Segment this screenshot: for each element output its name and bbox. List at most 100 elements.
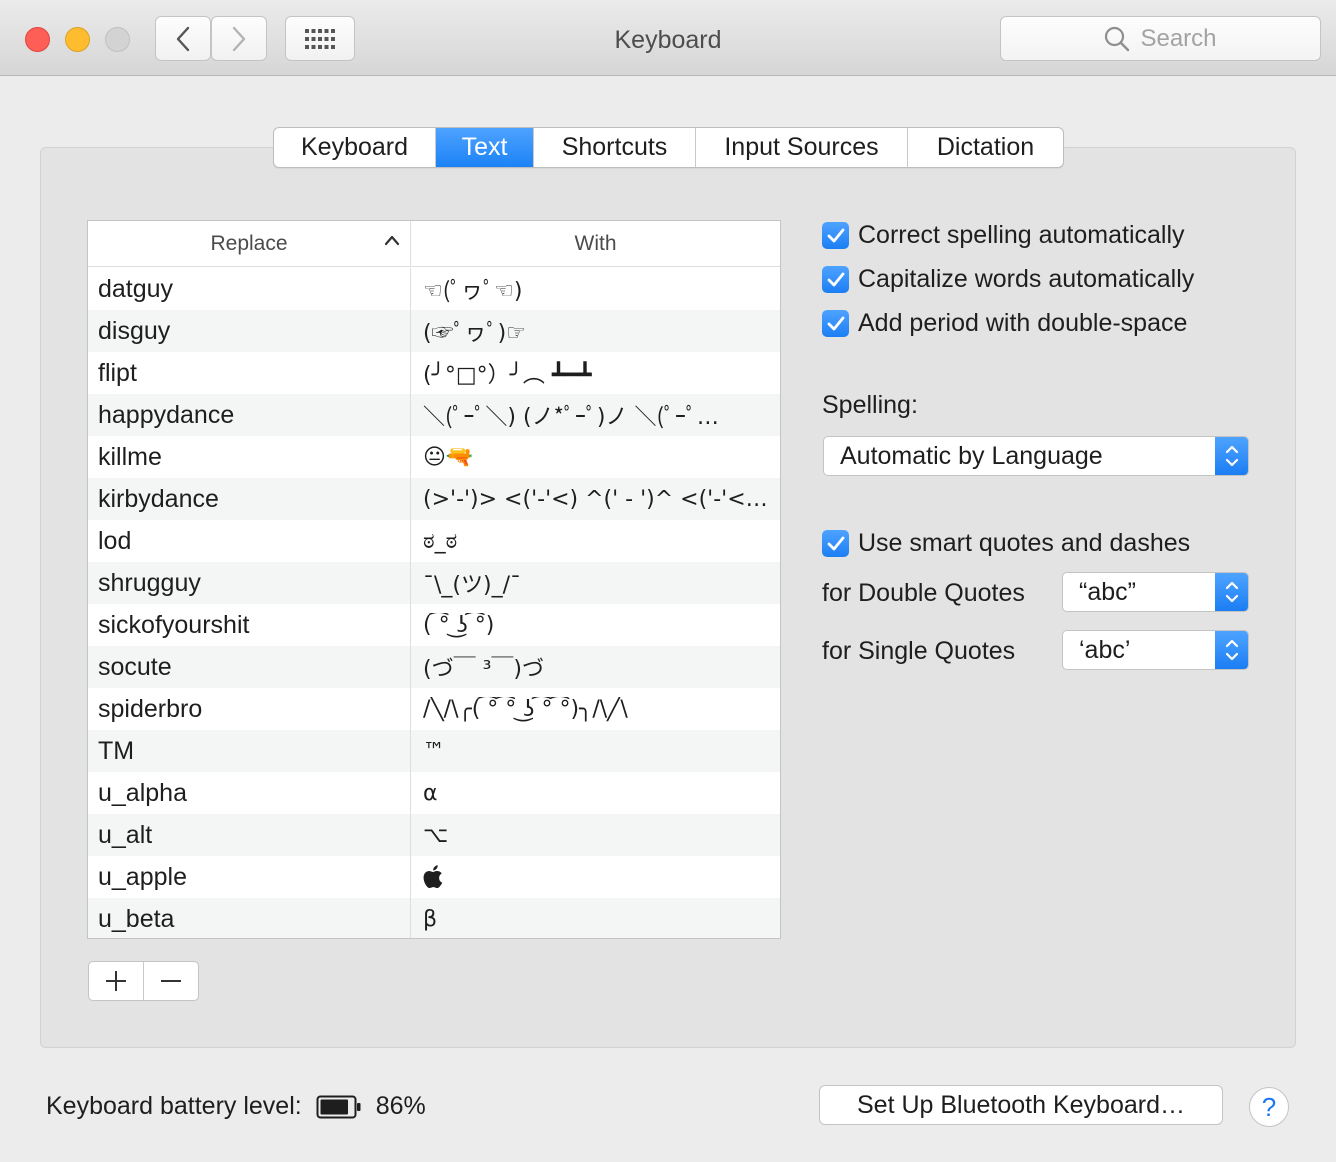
with-cell: /╲/\╭( ͡° ͡° ͜ʖ ͡° ͡°)╮/\╱\ [411,688,780,730]
with-cell: ಠ_ಠ [411,520,780,562]
table-row[interactable]: u_alt ⌥ [88,814,780,856]
replace-cell: datguy [88,268,411,310]
replace-cell: kirbydance [88,478,411,520]
with-cell-text: (づ￣ ³￣)づ [423,657,544,682]
tab-shortcuts[interactable]: Shortcuts [534,128,696,167]
spelling-popup[interactable]: Automatic by Language [823,436,1249,476]
with-cell: α [411,772,780,814]
updown-chevron-icon [1215,437,1248,475]
double-quotes-popup[interactable]: “abc” [1062,572,1249,612]
double-quotes-label: for Double Quotes [822,579,1025,607]
add-button[interactable] [89,962,144,1000]
table-row[interactable]: disguy (☞ﾟヮﾟ)☞ [88,310,780,352]
tab-input-sources[interactable]: Input Sources [696,128,908,167]
table-row[interactable]: TM ™ [88,730,780,772]
table-row[interactable]: u_apple [88,856,780,898]
replace-cell: u_apple [88,856,411,898]
battery-percentage: 86% [375,1092,426,1120]
table-row[interactable]: sickofyourshit ( ͡° ͜ʖ ͡°) [88,604,780,646]
column-header-replace[interactable]: Replace [88,221,411,266]
checkmark-icon [822,530,849,557]
replace-cell: sickofyourshit [88,604,411,646]
apple-logo-icon [423,865,443,889]
table-row[interactable]: lod ಠ_ಠ [88,520,780,562]
tab-text[interactable]: Text [436,128,534,167]
table-body: datguy ☜(ﾟヮﾟ☜) disguy (☞ﾟヮﾟ)☞ flipt (╯°□°）╯… [88,268,780,938]
table-row[interactable]: kirbydance (>'-')> <('-'<) ^(' - ')^ <('-… [88,478,780,520]
with-cell: (>'-')> <('-'<) ^(' - ')^ <('-'<… [411,478,780,520]
search-icon [1105,26,1130,51]
replace-cell: spiderbro [88,688,411,730]
replace-cell: killme [88,436,411,478]
column-header-with[interactable]: With [411,221,780,266]
capitalize-words-checkbox[interactable]: Capitalize words automatically [822,265,1194,294]
table-row[interactable]: u_beta β [88,898,780,938]
with-cell: (╯°□°）╯︵ ┻━┻ [411,352,780,394]
tab-keyboard[interactable]: Keyboard [274,128,436,167]
replace-cell: shrugguy [88,562,411,604]
table-row[interactable]: socute (づ￣ ³￣)づ [88,646,780,688]
with-cell-text: ＼(ﾟｰﾟ＼) (ノ*ﾟｰﾟ)ノ ＼(ﾟｰﾟ… [423,405,719,430]
replace-cell: flipt [88,352,411,394]
tab-bar: Keyboard Text Shortcuts Input Sources Di… [273,127,1064,168]
add-period-label: Add period with double-space [858,309,1188,337]
replace-cell: TM [88,730,411,772]
table-row[interactable]: datguy ☜(ﾟヮﾟ☜) [88,268,780,310]
checkmark-icon [822,310,849,337]
minus-icon [161,980,181,982]
column-header-replace-label: Replace [210,231,288,255]
with-cell: ™ [411,730,780,772]
with-cell: β [411,898,780,938]
help-button[interactable]: ? [1249,1087,1289,1127]
table-header: Replace With [88,221,780,267]
with-cell: ＼(ﾟｰﾟ＼) (ノ*ﾟｰﾟ)ノ ＼(ﾟｰﾟ… [411,394,780,436]
with-cell [411,856,780,898]
with-cell: ¯\_(ツ)_/¯ [411,562,780,604]
with-cell-text: ¯\_(ツ)_/¯ [423,573,521,598]
smart-quotes-checkbox[interactable]: Use smart quotes and dashes [822,529,1190,558]
battery-icon [316,1095,361,1118]
correct-spelling-label: Correct spelling automatically [858,221,1185,249]
with-cell: ( ͡° ͜ʖ ͡°) [411,604,780,646]
replace-cell: disguy [88,310,411,352]
replace-cell: socute [88,646,411,688]
with-cell: ⌥ [411,814,780,856]
title-bar: Keyboard Search [0,0,1336,76]
add-period-checkbox[interactable]: Add period with double-space [822,309,1187,338]
table-row[interactable]: flipt (╯°□°）╯︵ ┻━┻ [88,352,780,394]
setup-bluetooth-keyboard-button[interactable]: Set Up Bluetooth Keyboard… [819,1085,1223,1125]
replace-cell: lod [88,520,411,562]
table-row[interactable]: spiderbro /╲/\╭( ͡° ͡° ͜ʖ ͡° ͡°)╮/\╱\ [88,688,780,730]
single-quotes-value: ‘abc’ [1079,635,1131,664]
table-row[interactable]: u_alpha α [88,772,780,814]
table-row[interactable]: killme 😐🔫 [88,436,780,478]
single-quotes-popup[interactable]: ‘abc’ [1062,630,1249,670]
table-row[interactable]: shrugguy ¯\_(ツ)_/¯ [88,562,780,604]
single-quotes-label: for Single Quotes [822,637,1016,665]
capitalize-words-label: Capitalize words automatically [858,265,1195,293]
with-cell-text: α [423,780,438,806]
replace-cell: happydance [88,394,411,436]
with-cell-text: ☜(ﾟヮﾟ☜) [423,279,523,304]
with-cell: (☞ﾟヮﾟ)☞ [411,310,780,352]
updown-chevron-icon [1215,573,1248,611]
checkmark-icon [822,222,849,249]
tab-dictation[interactable]: Dictation [908,128,1063,167]
search-field[interactable]: Search [1000,16,1321,61]
battery-label: Keyboard battery level: [46,1092,302,1120]
with-cell-text: ⌥ [423,822,449,848]
battery-status: Keyboard battery level: 86% [46,1092,426,1121]
with-cell-text: β [423,906,438,932]
with-cell-text: (╯°□°）╯︵ ┻━┻ [423,363,592,388]
with-cell-text: 😐🔫 [423,444,474,470]
with-cell-text: ( ͡° ͜ʖ ͡°) [423,612,495,638]
updown-chevron-icon [1215,631,1248,669]
with-cell: 😐🔫 [411,436,780,478]
replace-cell: u_beta [88,898,411,938]
sort-ascending-icon [384,235,400,246]
correct-spelling-checkbox[interactable]: Correct spelling automatically [822,221,1185,250]
add-remove-control [88,961,199,1001]
remove-button[interactable] [144,962,198,1000]
table-row[interactable]: happydance ＼(ﾟｰﾟ＼) (ノ*ﾟｰﾟ)ノ ＼(ﾟｰﾟ… [88,394,780,436]
text-replacement-table[interactable]: Replace With datguy ☜(ﾟヮﾟ☜) disguy (☞ﾟヮﾟ)☞… [87,220,781,939]
